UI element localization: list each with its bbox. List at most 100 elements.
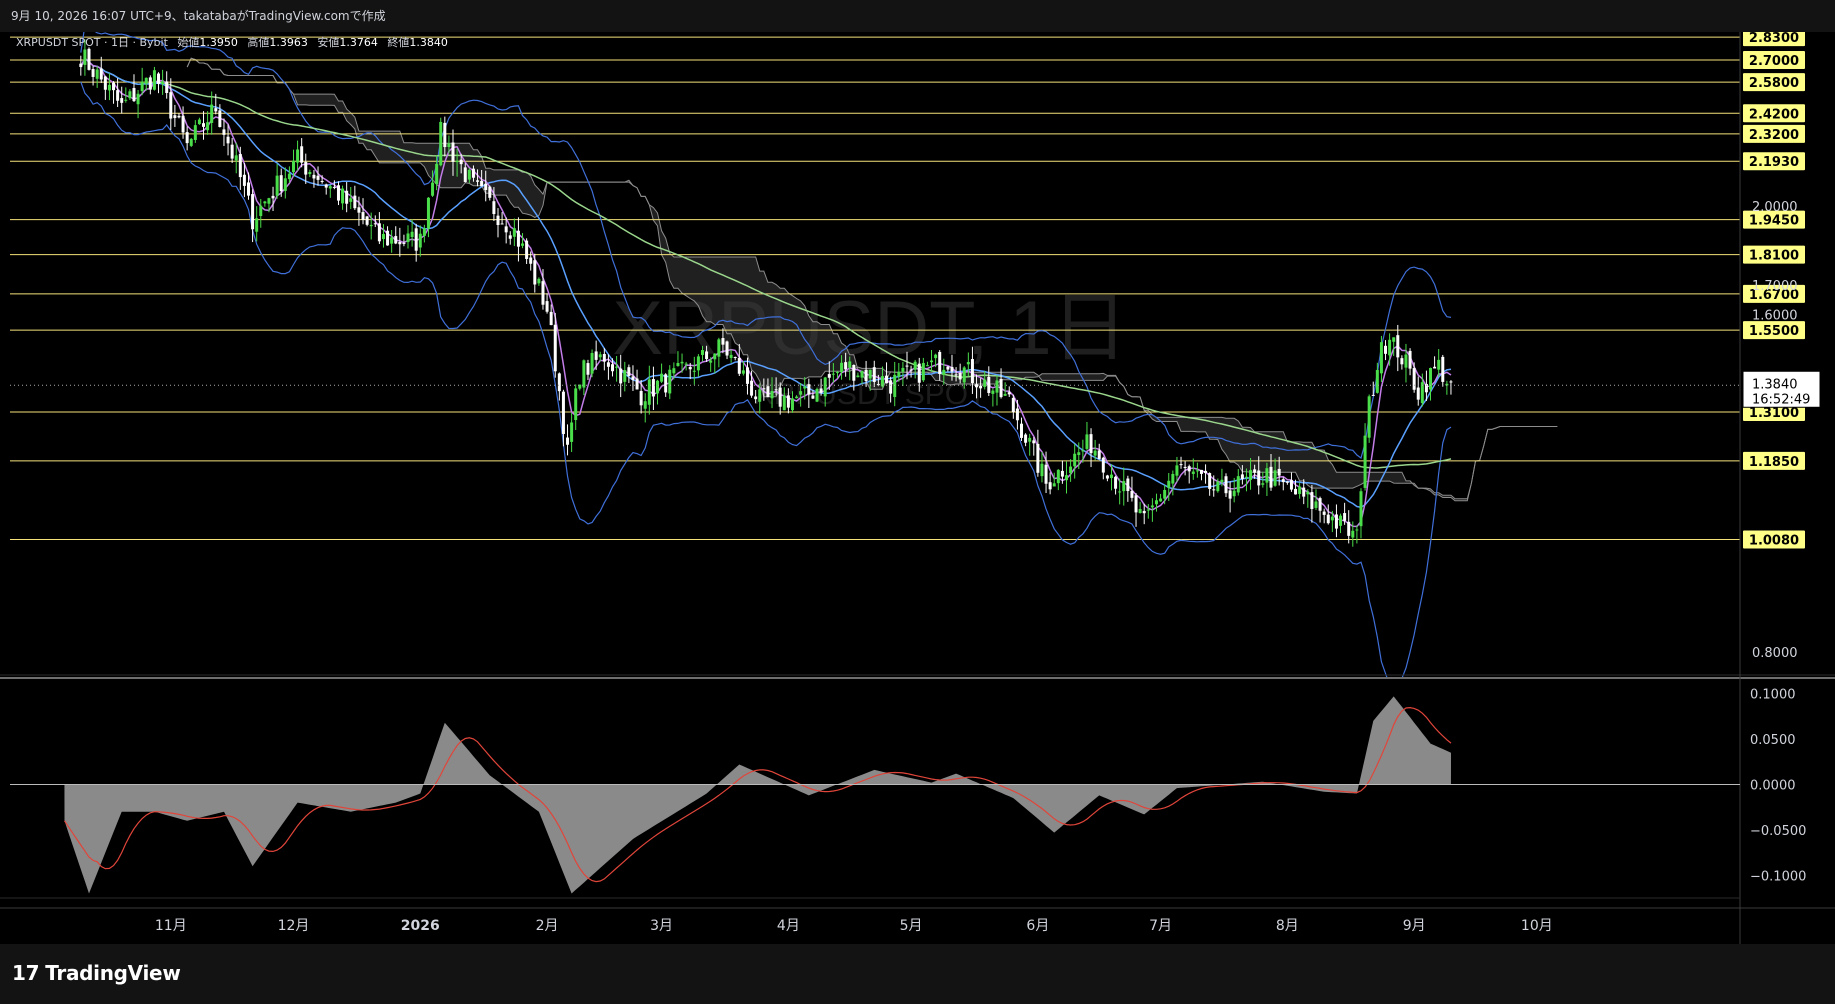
candle	[582, 359, 586, 396]
legend-open: 1.3950	[199, 36, 238, 49]
y-tick-label: 1.7000	[1752, 279, 1798, 294]
candle	[656, 379, 659, 405]
candle	[132, 74, 136, 102]
candle	[537, 277, 541, 286]
level-tag-label: 1.3100	[1749, 406, 1799, 421]
candle	[1236, 468, 1240, 496]
candle	[815, 387, 819, 403]
level-tag-label: 2.5800	[1749, 76, 1799, 91]
candle	[1445, 380, 1449, 395]
candle	[525, 238, 529, 265]
candle	[120, 86, 124, 114]
candle	[1322, 508, 1326, 524]
level-tag-label: 2.1930	[1749, 155, 1799, 170]
candle	[328, 184, 332, 198]
candle	[508, 231, 512, 245]
candle	[635, 369, 639, 390]
candle	[1191, 458, 1195, 480]
candle	[1011, 394, 1015, 419]
candle	[1310, 484, 1314, 523]
legend-low-label: 安値	[317, 35, 339, 49]
level-tag: 2.1930	[1743, 152, 1805, 171]
candle	[1318, 496, 1322, 523]
candle	[263, 200, 267, 207]
candle	[79, 55, 83, 76]
candle	[1441, 354, 1445, 387]
candle	[439, 117, 443, 167]
candle	[500, 212, 504, 225]
tradingview-logo[interactable]: 17 TradingView	[12, 961, 181, 985]
candle	[365, 215, 369, 227]
cloud-span-a	[186, 57, 1558, 502]
candle	[390, 230, 394, 253]
level-tag: 1.5500	[1743, 321, 1805, 340]
candle	[1228, 481, 1232, 513]
snapshot-caption: 9月 10, 2026 16:07 UTC+9、takatabaがTrading…	[11, 9, 386, 23]
price-chart[interactable]: XRPUSDT, 1日 XRPUSDT SPOT 2.83002.70002.5…	[0, 32, 1835, 944]
candle	[1408, 348, 1412, 376]
x-tick-label: 4月	[777, 918, 800, 934]
candle	[173, 104, 177, 127]
candle	[1118, 478, 1122, 505]
candle	[1126, 475, 1130, 502]
macd-area	[64, 696, 1452, 894]
candle	[1298, 482, 1302, 499]
candle	[1285, 481, 1289, 485]
x-tick-label: 10月	[1521, 918, 1553, 934]
x-tick-label: 6月	[1026, 918, 1049, 934]
candle	[381, 224, 385, 248]
candle	[336, 181, 340, 206]
candle	[95, 66, 99, 88]
candle	[316, 166, 320, 186]
level-tag: 2.7000	[1743, 51, 1805, 70]
level-tag: 2.8300	[1743, 32, 1805, 46]
candle	[1003, 382, 1007, 396]
candle	[230, 138, 234, 163]
candle	[627, 364, 631, 384]
macd-tick-label: 0.0500	[1750, 733, 1796, 748]
candle	[259, 198, 263, 228]
candle	[136, 89, 140, 119]
candle	[1020, 417, 1024, 441]
level-tag-label: 1.8100	[1749, 249, 1799, 264]
candle	[304, 153, 308, 184]
macd-tick-label: −0.0500	[1750, 824, 1806, 839]
candle	[202, 111, 206, 140]
level-tag-label: 2.4200	[1749, 107, 1799, 122]
y-tick-label: 2.0000	[1752, 200, 1798, 215]
candle	[1339, 513, 1343, 534]
candle	[1138, 501, 1142, 514]
candle	[1028, 433, 1032, 456]
legend-close: 1.3840	[409, 36, 448, 49]
candle	[1081, 439, 1085, 463]
x-tick-label: 9月	[1403, 918, 1426, 934]
candle	[402, 234, 406, 247]
price-axis[interactable]: 2.8300 2.7000 2.5800 2.4200 2.3200 2.1930 1.94…	[1742, 32, 1821, 884]
candle	[1289, 472, 1293, 492]
ichimoku-cloud	[186, 57, 1558, 502]
candle	[602, 348, 606, 371]
candle	[1097, 443, 1101, 460]
x-tick-label: 11月	[155, 918, 187, 934]
candle	[1224, 473, 1228, 497]
candle	[222, 118, 226, 146]
candle	[1400, 355, 1404, 370]
candle	[545, 293, 549, 314]
candle	[557, 372, 561, 401]
candle	[300, 138, 304, 168]
time-axis[interactable]: 11月 12月 2026 2月 3月 4月 5月 6月 7月 8月 9月 10月	[155, 918, 1553, 934]
candle	[161, 69, 165, 95]
candle	[1105, 474, 1109, 482]
candle	[1036, 429, 1040, 477]
level-tag: 1.0080	[1743, 530, 1805, 549]
macd-histogram	[10, 696, 1740, 894]
candle	[1355, 525, 1359, 544]
candle	[1073, 443, 1077, 479]
top-bar: 9月 10, 2026 16:07 UTC+9、takatabaがTrading…	[0, 0, 1835, 32]
candle	[1142, 503, 1146, 525]
candle	[152, 66, 156, 91]
legend-high-label: 高値	[247, 35, 269, 49]
candle	[308, 169, 312, 178]
candle	[386, 226, 390, 246]
candle	[1085, 421, 1089, 451]
